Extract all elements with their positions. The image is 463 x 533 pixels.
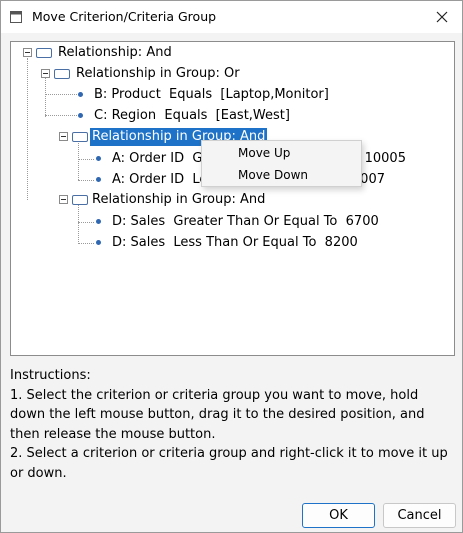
menu-item-move-down[interactable]: Move Down — [203, 165, 361, 185]
criterion-bullet-icon — [96, 240, 101, 245]
window-title: Move Criterion/Criteria Group — [32, 9, 217, 24]
close-icon — [436, 11, 448, 23]
window-app-icon — [10, 11, 22, 23]
tree-node-criterion[interactable]: C: Region Equals [East,West] — [92, 107, 292, 125]
dialog-window: Move Criterion/Criteria Group Relationsh… — [0, 0, 463, 533]
criterion-bullet-icon — [78, 92, 83, 97]
tree-connector — [45, 94, 77, 95]
criterion-bullet-icon — [96, 177, 101, 182]
instructions-panel: Instructions: 1. Select the criterion or… — [10, 366, 455, 483]
criterion-bullet-icon — [78, 113, 83, 118]
group-icon — [72, 195, 88, 205]
instructions-line2: 2. Select a criterion or criteria group … — [10, 446, 448, 481]
tree-connector — [78, 159, 94, 160]
tree-node-root[interactable]: Relationship: And — [56, 44, 174, 62]
tree-connector — [78, 202, 79, 244]
close-button[interactable] — [422, 1, 462, 33]
criterion-bullet-icon — [96, 219, 101, 224]
collapse-toggle-group2[interactable] — [59, 132, 68, 141]
tree-node-criterion[interactable]: D: Sales Less Than Or Equal To 8200 — [110, 234, 360, 252]
cancel-button[interactable]: Cancel — [383, 503, 456, 528]
criteria-tree[interactable]: Relationship: And Relationship in Group:… — [10, 41, 455, 356]
context-menu: Move Up Move Down — [201, 140, 362, 187]
tree-connector — [78, 180, 94, 181]
collapse-toggle-group3[interactable] — [59, 195, 68, 204]
tree-connector — [45, 77, 46, 117]
title-bar[interactable]: Move Criterion/Criteria Group — [1, 1, 462, 33]
tree-connector — [78, 222, 94, 223]
tree-node-criterion[interactable]: B: Product Equals [Laptop,Monitor] — [92, 86, 331, 104]
instructions-heading: Instructions: — [10, 368, 91, 383]
group-icon — [72, 132, 88, 142]
collapse-toggle-group1[interactable] — [41, 69, 50, 78]
group-icon — [36, 48, 52, 58]
ok-button[interactable]: OK — [302, 503, 375, 528]
tree-node-group1[interactable]: Relationship in Group: Or — [74, 65, 242, 83]
collapse-toggle-root[interactable] — [23, 48, 32, 57]
criterion-bullet-icon — [96, 156, 101, 161]
tree-connector — [78, 243, 94, 244]
tree-connector — [45, 115, 77, 116]
tree-node-criterion[interactable]: D: Sales Greater Than Or Equal To 6700 — [110, 213, 381, 231]
tree-connector — [27, 58, 28, 200]
instructions-line1: 1. Select the criterion or criteria grou… — [10, 387, 425, 442]
group-icon — [54, 69, 70, 79]
tree-node-group3[interactable]: Relationship in Group: And — [90, 191, 267, 209]
menu-item-move-up[interactable]: Move Up — [203, 143, 361, 163]
